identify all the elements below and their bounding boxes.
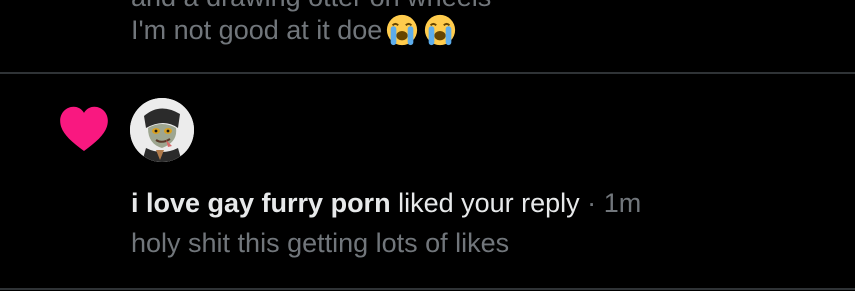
loudly-crying-face-icon (425, 14, 456, 46)
reply-snippet: holy shit this getting lots of likes (131, 228, 510, 258)
notification-time: 1m (603, 188, 642, 218)
liker-username[interactable]: i love gay furry porn (131, 188, 391, 218)
notification-headline: i love gay furry porn liked your reply ·… (131, 186, 641, 220)
previous-reply-text: I'm not good at it doe (131, 15, 383, 45)
notification-action: liked your reply (398, 188, 580, 218)
heart-icon (60, 106, 108, 151)
divider (0, 288, 855, 290)
previous-reply-text-line: I'm not good at it doe (131, 14, 458, 46)
previous-notification[interactable]: and a drawing otter on wheels I'm not go… (0, 0, 855, 74)
avatar-icon (130, 98, 194, 162)
avatar[interactable] (130, 98, 194, 162)
like-notification[interactable]: i love gay furry porn liked your reply ·… (0, 74, 855, 288)
separator-dot: · (587, 188, 597, 218)
loudly-crying-face-icon (387, 14, 418, 46)
previous-partial-text: and a drawing otter on wheels (131, 0, 491, 13)
